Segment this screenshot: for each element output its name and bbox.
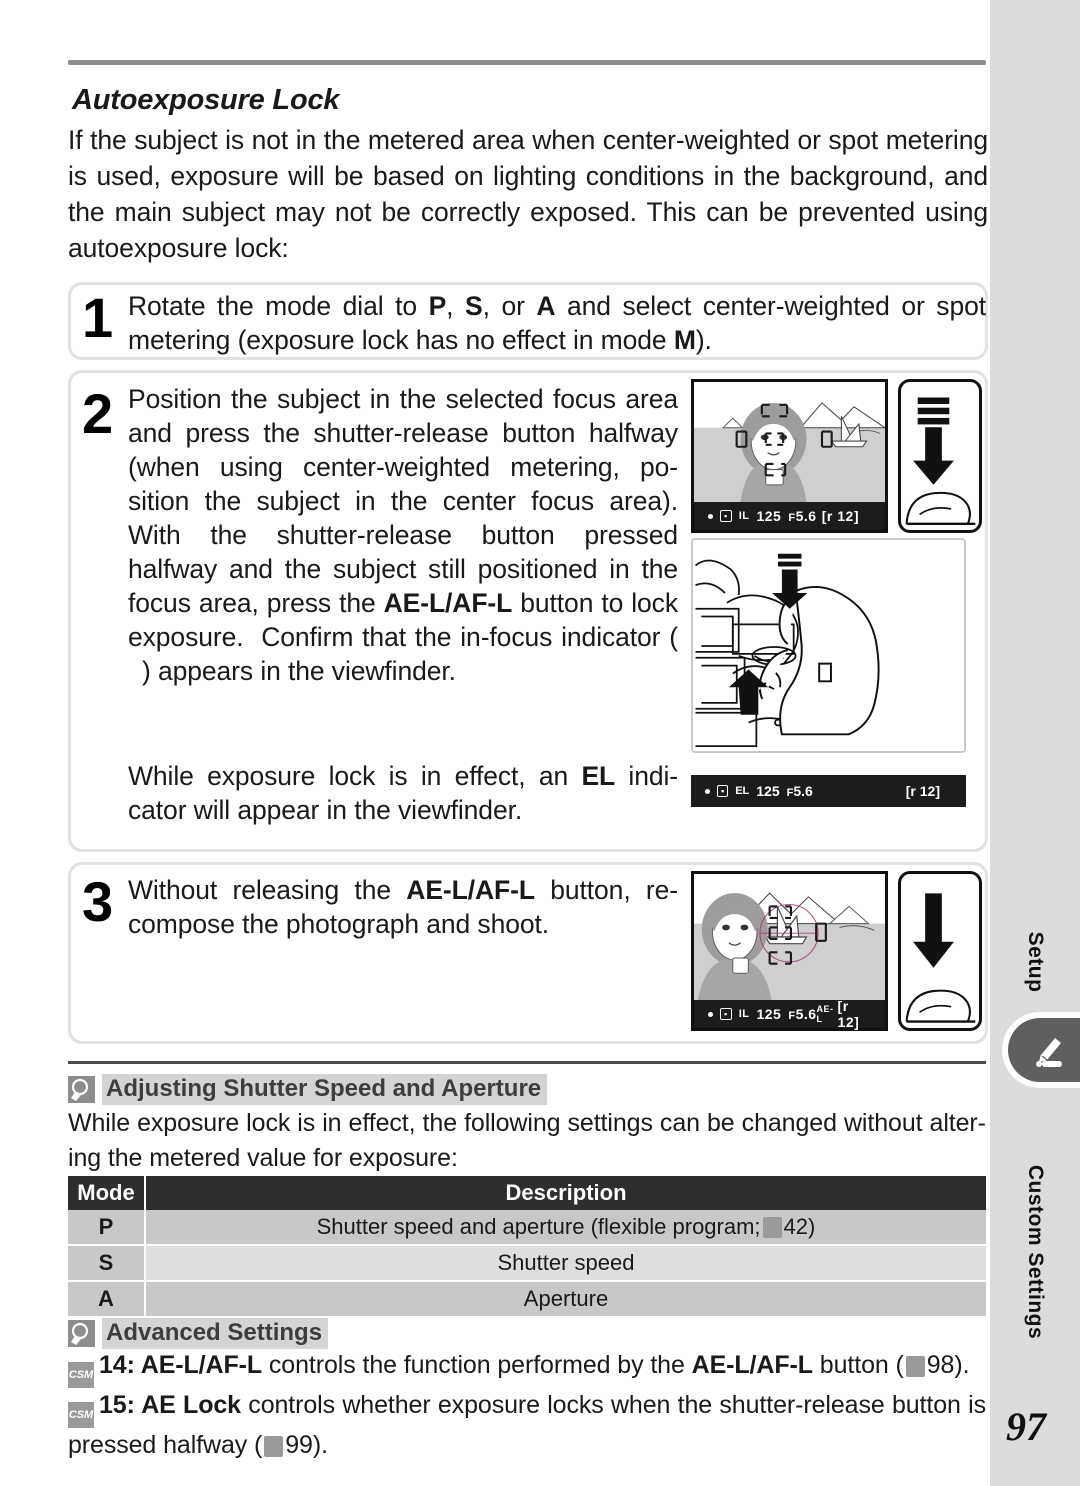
step-2-text: Position the subject in the selected foc… [128, 384, 678, 686]
viewfinder-illustration-step3: ▪ IL 125 F5.6 AE-L [r 12] [691, 871, 888, 1031]
metering-icon: ▪ [720, 510, 732, 522]
advanced-tail-14: ). [954, 1351, 970, 1379]
page-number: 97 [1006, 1404, 1046, 1449]
tip-body-advanced: CSM 14: AE-L/AF-L controls the function p… [68, 1348, 986, 1463]
tip-title-advanced: Advanced Settings [102, 1318, 329, 1349]
advanced-ref-15: 99 [285, 1431, 313, 1459]
table-row: P Shutter speed and aperture (flexible p… [68, 1210, 986, 1246]
csm-badge-icon: CSM [68, 1362, 94, 1388]
table-cell-description: Shutter speed and aperture (flexible pro… [145, 1210, 986, 1246]
flash-dot-icon [708, 513, 713, 519]
document-page: Autoexposure Lock If the subject is not … [0, 0, 990, 1486]
step-3-number: 3 [82, 870, 114, 933]
viewfinder-illustration-step2: ▪ IL 125 F5.6 [r 12] [691, 379, 888, 533]
magnifier-icon-2 [68, 1320, 95, 1347]
table-cell-mode: P [68, 1210, 146, 1246]
book-ref-icon-2 [905, 1356, 925, 1377]
advanced-tail-15: ). [312, 1431, 328, 1459]
tip-heading-shutter: Adjusting Shutter Speed and Aperture [68, 1074, 548, 1105]
camera-body-art [693, 540, 964, 751]
csm-badge-icon-2: CSM [68, 1402, 94, 1428]
lcd-shutter-step2: 125 [756, 508, 782, 524]
advanced-num-14: 14: AE-L/AF-L [99, 1351, 263, 1379]
lcd-frames-step2: [r 12] [821, 508, 859, 524]
page-title: Autoexposure Lock [72, 84, 340, 116]
table-desc-ref: 42 [783, 1214, 809, 1239]
lcd-aperture-prefix-step3: F [788, 1010, 796, 1022]
viewfinder-scene-art-3 [694, 874, 885, 1000]
lcd-ael-step3: AE-L [816, 1004, 834, 1024]
modes-table: Mode Description P Shutter speed and ape… [68, 1176, 986, 1318]
shutter-press-art [905, 397, 976, 525]
advanced-num-15: 15: AE Lock [99, 1391, 241, 1419]
advanced-ref-14: 98 [926, 1351, 955, 1379]
table-desc-text: Shutter speed and aperture (flexible pro… [316, 1214, 761, 1239]
book-ref-icon [762, 1217, 782, 1238]
advanced-rest2-14: button ( [812, 1351, 904, 1379]
lcd-mode-camera: EL [735, 785, 750, 797]
table-cell-description: Shutter speed [145, 1245, 986, 1282]
advanced-line-14: CSM 14: AE-L/AF-L controls the function p… [68, 1348, 986, 1388]
viewfinder-lcd-step3: ▪ IL 125 F5.6 AE-L [r 12] [694, 998, 885, 1030]
intro-paragraph: If the subject is not in the metered are… [68, 125, 988, 263]
step-2-text-secondary: While exposure lock is in effect, an EL … [128, 761, 679, 825]
shutter-press-illustration-step2 [898, 379, 982, 533]
step-2-number: 2 [82, 382, 114, 445]
metering-icon-3: ▪ [720, 1008, 732, 1020]
table-header-description: Description [145, 1176, 986, 1210]
tip-heading-advanced: Advanced Settings [68, 1318, 329, 1349]
magnifier-icon [68, 1076, 95, 1103]
lcd-mode-step3: IL [738, 1008, 750, 1020]
lcd-frames-camera: [r 12] [905, 783, 940, 799]
pencil-icon [1031, 1030, 1071, 1070]
lcd-shutter-step3: 125 [756, 1006, 782, 1022]
viewfinder-lcd-step2: ▪ IL 125 F5.6 [r 12] [694, 502, 885, 530]
metering-icon-2: ▪ [717, 785, 729, 797]
table-cell-description: Aperture [145, 1281, 986, 1318]
lcd-aperture-camera: 5.6 [793, 783, 813, 799]
table-header-row: Mode Description [68, 1176, 986, 1210]
sidebar-tab-custom-settings-active[interactable] [1002, 1012, 1080, 1088]
header-rule [68, 60, 986, 65]
advanced-line-15: CSM 15: AE Lock controls whether exposure… [68, 1388, 986, 1463]
camera-body-illustration-step2 [691, 538, 966, 753]
advanced-rest-14: controls the function performed by the [262, 1351, 692, 1379]
step-1-text: Rotate the mode dial to P, S, or A and s… [128, 291, 987, 355]
camera-lcd-strip-step2: ▪ EL 125 F5.6 [r 12] [691, 775, 966, 807]
lcd-shutter-camera: 125 [756, 783, 780, 799]
shutter-press-art-3 [905, 893, 976, 1023]
lcd-aperture-step3: 5.6 [795, 1006, 817, 1022]
flash-dot-icon-2 [705, 788, 710, 794]
tip-title-shutter: Adjusting Shutter Speed and Aperture [102, 1074, 548, 1105]
table-cell-mode: A [68, 1281, 146, 1318]
step-3-text: Without releasing the AE-L/AF-L button, … [128, 875, 678, 939]
table-row: A Aperture [68, 1281, 986, 1318]
viewfinder-scene [694, 382, 885, 502]
lcd-frames-step3: [r 12] [837, 998, 860, 1030]
sidebar-tab-setup[interactable]: Setup [1023, 932, 1047, 993]
advanced-bold2-14: AE-L/AF-L [691, 1351, 813, 1379]
viewfinder-scene-art [694, 382, 885, 502]
table-cell-mode: S [68, 1245, 146, 1282]
tip-divider-1 [68, 1061, 986, 1064]
section-sidebar: Setup Custom Settings 97 [990, 0, 1080, 1486]
step-1-number: 1 [82, 286, 114, 349]
lcd-aperture-step2: 5.6 [795, 508, 817, 524]
shutter-press-illustration-step3 [898, 871, 982, 1031]
sidebar-tab-custom-settings[interactable]: Custom Settings [1023, 1165, 1047, 1339]
table-header-mode: Mode [68, 1176, 146, 1210]
lcd-mode-step2: IL [738, 510, 750, 522]
book-ref-icon-3 [264, 1436, 284, 1457]
table-row: S Shutter speed [68, 1245, 986, 1282]
tip-body-shutter: While exposure lock is in effect, the fo… [68, 1109, 986, 1172]
flash-dot-icon-3 [708, 1011, 713, 1017]
viewfinder-scene-3 [694, 874, 885, 1000]
lcd-aperture-prefix-step2: F [788, 512, 796, 524]
